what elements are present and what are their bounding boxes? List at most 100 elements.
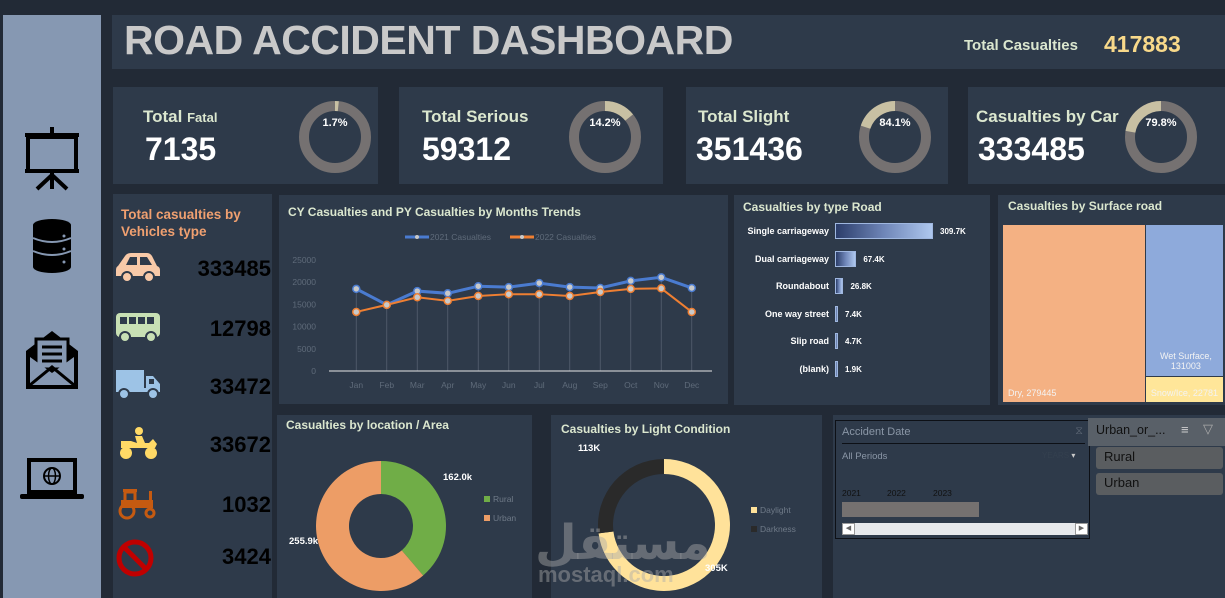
y-tick-label: 20000	[292, 277, 316, 287]
x-tick-label: Nov	[654, 380, 670, 390]
slicer-option-rural[interactable]: Rural	[1096, 447, 1223, 469]
urban-slicer-title: Urban_or_...	[1096, 423, 1166, 437]
kpi-ring	[859, 101, 931, 173]
bar-value-label: 7.4K	[845, 309, 862, 319]
vehicle-value: 3424	[222, 544, 271, 569]
x-tick-label: Jul	[534, 380, 545, 390]
urban-slicer-header: Urban_or_... ≡ ▽	[1088, 418, 1225, 446]
vehicle-row-bus: 12798	[113, 310, 273, 350]
legend-marker	[520, 235, 524, 239]
slice-label: 113K	[578, 443, 600, 454]
truck-icon	[115, 368, 161, 404]
bar	[835, 278, 844, 294]
timeline-slicer[interactable]: Accident Date ⧖ All Periods YEARS ▾ 2021…	[835, 420, 1090, 539]
legend-label: Darkness	[760, 524, 796, 534]
divider	[842, 443, 1085, 444]
slicer-option-urban[interactable]: Urban	[1096, 473, 1223, 495]
chevron-down-icon: ▾	[1071, 451, 1076, 460]
timeline-level-dropdown[interactable]: YEARS ▾	[1042, 451, 1075, 460]
kpi-percent: 84.1%	[879, 117, 911, 129]
presentation-board-icon[interactable]	[17, 123, 87, 193]
vehicle-value: 33672	[209, 432, 271, 457]
surface-chart-panel: Casualties by Surface road Dry, 279445 We…	[998, 195, 1225, 405]
bar-category-label: Single carriageway	[747, 226, 829, 236]
legend-label: Daylight	[760, 505, 791, 515]
timeline-year[interactable]: 2023	[933, 488, 952, 498]
mail-open-icon[interactable]	[17, 325, 87, 395]
x-tick-label: May	[470, 380, 487, 390]
tractor-icon	[115, 486, 161, 522]
kpi-ring	[569, 101, 641, 173]
y-tick-label: 0	[311, 366, 316, 376]
vehicle-value: 333485	[197, 256, 271, 281]
kpi-value: 351436	[696, 131, 803, 167]
treemap-tile: Wet Surface, 131003	[1145, 225, 1223, 376]
road-type-chart-panel: Casualties by type Road Single carriagew…	[734, 195, 990, 405]
data-point	[626, 276, 635, 286]
kpi-ring-svg	[1125, 101, 1197, 173]
total-casualties-value: 417883	[1104, 31, 1181, 57]
motorcycle-icon	[115, 426, 161, 462]
page-title: ROAD ACCIDENT DASHBOARD	[124, 17, 733, 63]
timeline-year[interactable]: 2021	[842, 488, 861, 498]
series-line	[356, 287, 693, 313]
bar-value-label: 26.8K	[850, 282, 872, 291]
clear-filter-icon[interactable]: ▽	[1203, 421, 1213, 437]
kpi-label-sub: Fatal	[187, 110, 218, 125]
kpi-card-car: Casualties by Car 333485 79.8%	[968, 87, 1225, 184]
watermark-latin: mostaql.com	[538, 562, 674, 587]
bar	[835, 250, 857, 267]
multi-select-icon[interactable]: ≡	[1181, 422, 1189, 437]
x-tick-label: Jun	[502, 380, 516, 390]
data-point	[565, 282, 574, 292]
data-point	[657, 284, 666, 293]
title-bar: ROAD ACCIDENT DASHBOARD Total Casualties…	[112, 15, 1225, 69]
kpi-percent: 79.8%	[1145, 117, 1177, 129]
timeline-level: YEARS	[1042, 451, 1070, 460]
scroll-left-icon[interactable]: ◀	[842, 523, 855, 535]
ring-track	[299, 101, 371, 173]
bar	[835, 305, 838, 322]
slice-label: 255.9k	[289, 536, 319, 547]
data-point	[626, 284, 635, 294]
kpi-value: 7135	[145, 131, 217, 167]
kpi-label: Total Slight	[698, 107, 790, 126]
legend-swatch	[484, 515, 490, 521]
timeline-year[interactable]: 2022	[887, 488, 906, 498]
bar-value-label: 4.7K	[845, 337, 862, 346]
bar-category-label: Roundabout	[776, 281, 829, 291]
x-tick-label: Jan	[349, 380, 363, 390]
vehicle-value: 1032	[222, 492, 271, 517]
x-tick-label: Apr	[441, 380, 454, 390]
scroll-right-icon[interactable]: ▶	[1075, 523, 1088, 535]
data-point	[535, 289, 544, 299]
location-donut-chart: 162.0k Rural 255.9k Urban	[289, 461, 516, 591]
laptop-globe-icon[interactable]	[17, 445, 87, 515]
timeline-selection-bar[interactable]	[842, 502, 979, 517]
clear-filter-icon[interactable]: ⧖	[1075, 425, 1083, 438]
legend-label: 2021 Casualties	[430, 232, 491, 242]
x-tick-label: Oct	[624, 380, 638, 390]
data-point	[687, 283, 696, 293]
kpi-ring-svg	[299, 101, 371, 173]
legend-swatch	[751, 507, 757, 513]
bar-category-label: Slip road	[790, 336, 829, 346]
vehicles-title: Total casualties by Vehicles type	[121, 207, 241, 239]
treemap-label: Wet Surface, 131003	[1159, 350, 1212, 371]
kpi-label-main: Total	[143, 107, 183, 126]
vehicle-row-tractor: 1032	[113, 486, 273, 526]
legend-swatch	[484, 496, 490, 502]
timeline-scrollbar[interactable]: ◀ ▶	[842, 523, 1088, 535]
y-tick-label: 5000	[297, 344, 316, 354]
treemap-tile: Dry, 279445	[1003, 225, 1145, 402]
x-tick-label: Sep	[593, 380, 608, 390]
legend-swatch	[751, 526, 757, 532]
vehicle-value: 33472	[209, 374, 271, 399]
data-point	[535, 278, 544, 288]
legend-label: Rural	[493, 494, 513, 504]
vehicle-row-other: 3424	[113, 538, 273, 578]
database-icon[interactable]	[17, 211, 87, 281]
monthly-trend-chart-panel: CY Casualties and PY Casualties by Month…	[279, 195, 728, 404]
vehicle-row-motorcycle: 33672	[113, 426, 273, 466]
slice-label: 162.0k	[443, 472, 473, 483]
